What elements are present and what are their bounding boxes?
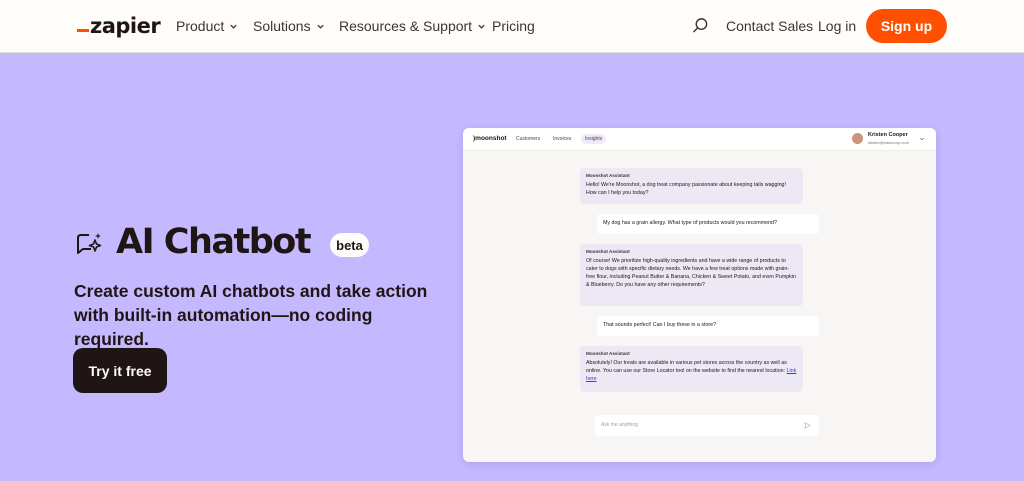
hero-subtitle: Create custom AI chatbots and take actio…: [74, 281, 428, 349]
preview-topbar: )moonshot Customers Invoices Insights Kr…: [463, 128, 936, 151]
page-title: AI Chatbot: [116, 222, 312, 262]
message-sender: Moonshot Assistant: [586, 351, 630, 356]
user-message: That sounds perfect! Can I buy these in …: [597, 316, 819, 336]
chevron-down-icon: [316, 24, 324, 29]
search-icon[interactable]: [692, 17, 709, 34]
nav-pricing[interactable]: Pricing: [492, 18, 535, 34]
message-text: Hello! We're Moonshot, a dog treat compa…: [586, 181, 786, 196]
nav-product[interactable]: Product: [176, 18, 238, 34]
message-text: Absolutely! Our treats are available in …: [586, 359, 797, 382]
message-text: My dog has a grain allergy. What type of…: [603, 220, 777, 227]
nav-solutions[interactable]: Solutions: [253, 18, 325, 34]
chevron-down-icon: [230, 24, 237, 29]
message-text: Of course! We prioritize high-quality in…: [586, 257, 796, 288]
assistant-message: Moonshot Assistant Hello! We're Moonshot…: [580, 168, 803, 204]
chat-input-placeholder: Ask me anything: [601, 422, 638, 428]
avatar[interactable]: [852, 133, 863, 144]
assistant-message: Moonshot Assistant Of course! We priorit…: [580, 244, 803, 306]
tab-invoices[interactable]: Invoices: [549, 134, 575, 144]
user-message: My dog has a grain allergy. What type of…: [597, 214, 819, 234]
chat-input[interactable]: Ask me anything: [595, 415, 819, 436]
beta-badge: beta: [330, 233, 369, 257]
moonshot-logo: )moonshot: [473, 135, 507, 142]
message-sender: Moonshot Assistant: [586, 173, 630, 178]
user-email: kristen@eazecorp.com: [868, 140, 909, 145]
tab-insights[interactable]: Insights: [581, 134, 607, 144]
message-sender: Moonshot Assistant: [586, 249, 630, 254]
chevron-down-icon: [478, 24, 485, 29]
top-nav: zapier Product Solutions Resources & Sup…: [0, 0, 1024, 53]
chevron-down-icon[interactable]: [919, 136, 925, 142]
tab-customers[interactable]: Customers: [512, 134, 544, 144]
nav-item-label: Pricing: [492, 18, 535, 34]
contact-sales-link[interactable]: Contact Sales: [726, 18, 813, 34]
nav-item-label: Solutions: [253, 18, 311, 34]
message-text: That sounds perfect! Can I buy these in …: [603, 322, 717, 329]
chatbot-preview: )moonshot Customers Invoices Insights Kr…: [463, 128, 936, 462]
nav-item-label: Resources & Support: [339, 18, 473, 34]
try-it-free-button[interactable]: Try it free: [73, 348, 167, 393]
send-icon[interactable]: [804, 422, 811, 429]
zapier-logo[interactable]: zapier: [77, 14, 161, 38]
ai-chat-sparkle-icon: [77, 233, 102, 254]
sign-up-button[interactable]: Sign up: [866, 9, 947, 43]
user-name: Kristen Cooper: [868, 132, 908, 138]
nav-resources-support[interactable]: Resources & Support: [339, 18, 486, 34]
log-in-link[interactable]: Log in: [818, 18, 856, 34]
assistant-message: Moonshot Assistant Absolutely! Our treat…: [580, 346, 803, 392]
nav-item-label: Product: [176, 18, 225, 34]
